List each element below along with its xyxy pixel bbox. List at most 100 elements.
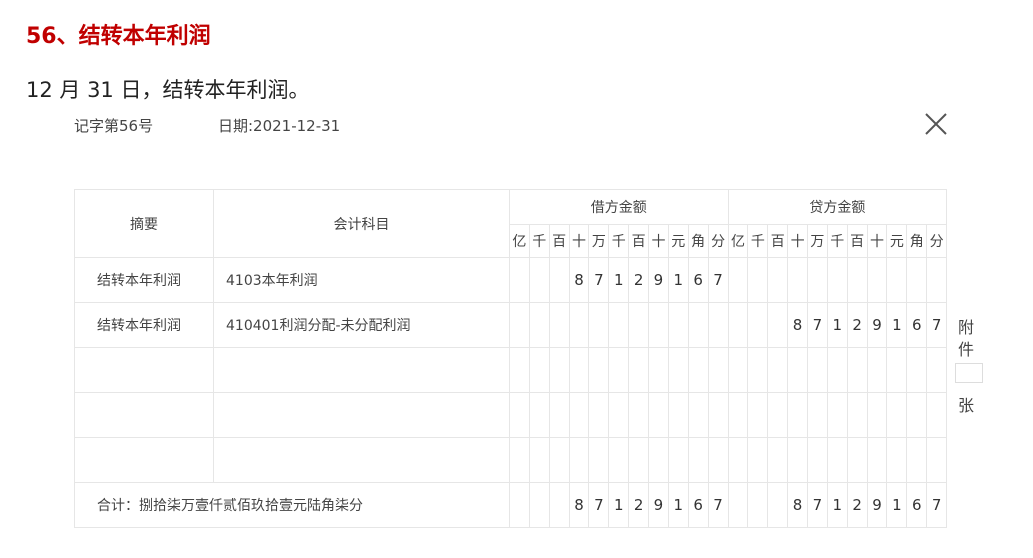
credit-digit[interactable] (807, 392, 828, 438)
debit-digit[interactable] (548, 257, 570, 303)
debit-digit[interactable]: 7 (707, 257, 729, 303)
debit-digit[interactable] (588, 347, 610, 393)
debit-digit[interactable] (528, 437, 550, 483)
debit-digit[interactable] (608, 302, 630, 348)
debit-digit[interactable] (667, 392, 689, 438)
entry-subject[interactable]: 410401利润分配-未分配利润 (213, 302, 510, 348)
debit-digit[interactable] (568, 392, 590, 438)
debit-digit[interactable] (528, 257, 550, 303)
credit-digit[interactable] (926, 392, 948, 438)
credit-digit[interactable] (886, 392, 908, 438)
credit-digit[interactable] (906, 257, 928, 303)
credit-digit[interactable] (747, 347, 769, 393)
entry-summary[interactable] (74, 437, 214, 483)
debit-digit[interactable] (509, 302, 530, 348)
credit-digit[interactable] (826, 347, 848, 393)
debit-digit[interactable] (588, 392, 610, 438)
close-icon[interactable] (922, 110, 950, 138)
debit-digit[interactable] (509, 257, 530, 303)
credit-digit[interactable] (727, 392, 749, 438)
debit-digit[interactable] (588, 437, 610, 483)
debit-digit[interactable]: 1 (667, 257, 689, 303)
entry-summary[interactable]: 结转本年利润 (74, 257, 214, 303)
debit-digit[interactable] (687, 347, 709, 393)
debit-digit[interactable] (548, 392, 570, 438)
credit-digit[interactable] (926, 347, 948, 393)
debit-digit[interactable] (667, 347, 689, 393)
credit-digit[interactable] (886, 347, 908, 393)
credit-digit[interactable] (846, 257, 868, 303)
credit-digit[interactable] (767, 437, 789, 483)
credit-digit[interactable]: 1 (826, 302, 848, 348)
debit-digit[interactable] (528, 347, 550, 393)
entry-subject[interactable] (213, 437, 510, 483)
debit-digit[interactable] (608, 437, 630, 483)
credit-digit[interactable] (807, 347, 828, 393)
debit-digit[interactable] (509, 437, 530, 483)
debit-digit[interactable]: 1 (608, 257, 630, 303)
credit-digit[interactable]: 6 (906, 302, 928, 348)
debit-digit[interactable]: 7 (588, 257, 610, 303)
credit-digit[interactable] (767, 257, 789, 303)
credit-digit[interactable] (926, 257, 948, 303)
credit-digit[interactable] (727, 347, 749, 393)
debit-digit[interactable] (707, 302, 729, 348)
credit-digit[interactable] (866, 392, 888, 438)
credit-digit[interactable]: 8 (787, 302, 808, 348)
credit-digit[interactable] (926, 437, 948, 483)
credit-digit[interactable] (906, 392, 928, 438)
credit-digit[interactable] (826, 392, 848, 438)
credit-digit[interactable] (727, 437, 749, 483)
debit-digit[interactable] (648, 302, 669, 348)
debit-digit[interactable] (648, 392, 669, 438)
credit-digit[interactable] (866, 257, 888, 303)
credit-digit[interactable]: 7 (926, 302, 948, 348)
debit-digit[interactable]: 9 (648, 257, 669, 303)
debit-digit[interactable] (648, 347, 669, 393)
credit-digit[interactable]: 9 (866, 302, 888, 348)
debit-digit[interactable] (568, 437, 590, 483)
debit-digit[interactable] (648, 437, 669, 483)
credit-digit[interactable] (747, 392, 769, 438)
credit-digit[interactable] (747, 257, 769, 303)
debit-digit[interactable] (548, 347, 570, 393)
debit-digit[interactable] (509, 347, 530, 393)
credit-digit[interactable] (826, 257, 848, 303)
debit-digit[interactable] (548, 302, 570, 348)
credit-digit[interactable]: 1 (886, 302, 908, 348)
credit-digit[interactable] (886, 437, 908, 483)
credit-digit[interactable] (906, 347, 928, 393)
credit-digit[interactable] (826, 437, 848, 483)
debit-digit[interactable] (667, 437, 689, 483)
credit-digit[interactable] (866, 347, 888, 393)
debit-digit[interactable] (707, 347, 729, 393)
credit-digit[interactable] (767, 347, 789, 393)
debit-digit[interactable] (588, 302, 610, 348)
credit-digit[interactable] (767, 302, 789, 348)
credit-digit[interactable] (906, 437, 928, 483)
debit-digit[interactable] (568, 347, 590, 393)
credit-digit[interactable]: 2 (846, 302, 868, 348)
debit-digit[interactable] (568, 302, 590, 348)
debit-digit[interactable] (548, 437, 570, 483)
credit-digit[interactable] (767, 392, 789, 438)
debit-digit[interactable] (687, 392, 709, 438)
debit-digit[interactable]: 6 (687, 257, 709, 303)
debit-digit[interactable] (628, 347, 650, 393)
debit-digit[interactable] (528, 392, 550, 438)
debit-digit[interactable]: 2 (628, 257, 650, 303)
credit-digit[interactable] (846, 392, 868, 438)
credit-digit[interactable] (727, 257, 749, 303)
credit-digit[interactable]: 7 (807, 302, 828, 348)
credit-digit[interactable] (747, 437, 769, 483)
debit-digit[interactable] (608, 392, 630, 438)
credit-digit[interactable] (886, 257, 908, 303)
credit-digit[interactable] (727, 302, 749, 348)
credit-digit[interactable] (846, 437, 868, 483)
credit-digit[interactable] (846, 347, 868, 393)
credit-digit[interactable] (807, 257, 828, 303)
credit-digit[interactable] (787, 437, 808, 483)
debit-digit[interactable] (687, 302, 709, 348)
credit-digit[interactable] (787, 347, 808, 393)
attachment-count-field[interactable] (955, 363, 983, 383)
